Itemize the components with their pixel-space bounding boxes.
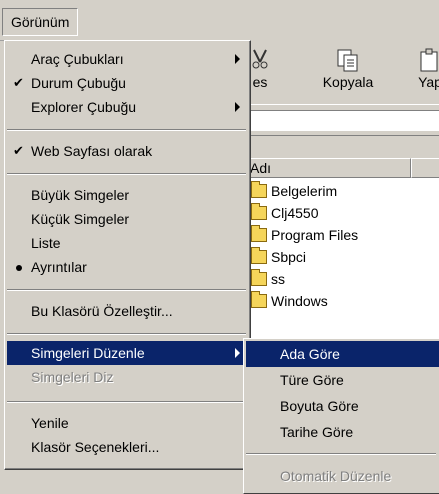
menu-item-label: Bu Klasörü Özelleştir... <box>31 303 173 319</box>
menu-item-list[interactable]: Liste <box>7 231 248 255</box>
menu-item-toolbars[interactable]: Araç Çubukları <box>7 47 248 71</box>
menu-bar: Görünüm <box>0 0 439 41</box>
cut-icon <box>250 48 270 73</box>
menu-separator <box>246 453 436 455</box>
menu-item-label: Araç Çubukları <box>31 51 124 67</box>
submenu-item-label: Tarihe Göre <box>280 424 354 440</box>
menu-item-web-page[interactable]: ✔ Web Sayfası olarak <box>7 139 248 163</box>
menu-item-explorer-bar[interactable]: Explorer Çubuğu <box>7 95 248 119</box>
submenu-arrow-icon <box>235 348 240 358</box>
folder-icon <box>251 181 267 198</box>
folder-icon <box>251 269 267 286</box>
submenu-item-label: Boyuta Göre <box>280 398 359 414</box>
menu-item-folder-options[interactable]: Klasör Seçenekleri... <box>7 435 248 459</box>
submenu-arrow-icon <box>235 102 240 112</box>
column-header-name[interactable]: Adı <box>245 158 411 178</box>
menu-item-label: Klasör Seçenekleri... <box>31 439 160 455</box>
menu-item-label: Simgeleri Düzenle <box>31 345 145 361</box>
folder-icon <box>251 247 267 264</box>
file-name: Program Files <box>271 227 359 243</box>
folder-icon <box>251 291 267 308</box>
folder-icon <box>251 203 267 220</box>
menu-item-small-icons[interactable]: Küçük Simgeler <box>7 207 248 231</box>
paste-icon <box>418 48 439 77</box>
submenu-item-label: Türe Göre <box>280 372 344 388</box>
menu-item-label: Web Sayfası olarak <box>31 143 153 159</box>
menu-item-status-bar[interactable]: ✔ Durum Çubuğu <box>7 71 248 95</box>
file-list: Belgelerim Clj4550 Program Files Sbpci s… <box>245 178 439 348</box>
copy-button[interactable]: Kopyala <box>313 44 383 100</box>
arrange-icons-submenu: Ada Göre Türe Göre Boyuta Göre Tarihe Gö… <box>243 338 439 494</box>
submenu-item-auto-arrange[interactable]: Otomatik Düzenle <box>246 463 439 489</box>
file-name: ss <box>271 271 285 287</box>
menu-item-line-up-icons[interactable]: Simgeleri Diz <box>7 365 248 389</box>
menu-item-label: Durum Çubuğu <box>31 75 126 91</box>
submenu-item-by-date[interactable]: Tarihe Göre <box>246 419 439 445</box>
menu-separator <box>7 333 246 335</box>
view-menu: Araç Çubukları ✔ Durum Çubuğu Explorer Ç… <box>4 40 251 470</box>
file-name: Belgelerim <box>271 183 338 199</box>
menu-item-arrange-icons[interactable]: Simgeleri Düzenle <box>7 341 248 365</box>
folder-icon <box>251 225 267 242</box>
file-name: Clj4550 <box>271 205 319 221</box>
submenu-item-label: Ada Göre <box>280 346 340 362</box>
list-header: Adı <box>245 158 439 178</box>
file-name: Sbpci <box>271 249 307 265</box>
checkmark-icon: ✔ <box>13 143 24 158</box>
menu-separator <box>7 401 246 403</box>
submenu-item-label: Otomatik Düzenle <box>280 468 392 484</box>
column-header-size[interactable] <box>411 158 439 178</box>
menu-gorunum[interactable]: Görünüm <box>2 8 79 36</box>
menu-separator <box>7 129 246 131</box>
menu-item-label: Explorer Çubuğu <box>31 99 137 115</box>
checkmark-icon: ✔ <box>13 75 24 90</box>
address-bar <box>245 104 439 136</box>
list-item[interactable]: Clj4550 <box>251 202 318 224</box>
submenu-item-by-size[interactable]: Boyuta Göre <box>246 393 439 419</box>
menu-item-label: Büyük Simgeler <box>31 187 130 203</box>
menu-separator <box>7 289 246 291</box>
menu-item-label: Yenile <box>31 415 69 431</box>
menu-item-label: Simgeleri Diz <box>31 369 114 385</box>
paste-button[interactable]: Yap <box>395 44 439 100</box>
copy-icon <box>336 48 360 77</box>
menu-item-refresh[interactable]: Yenile <box>7 411 248 435</box>
menu-separator <box>7 173 246 175</box>
list-item[interactable]: Sbpci <box>251 246 306 268</box>
submenu-item-by-name[interactable]: Ada Göre <box>246 341 439 367</box>
menu-item-label: Liste <box>31 235 61 251</box>
submenu-item-by-type[interactable]: Türe Göre <box>246 367 439 393</box>
address-field[interactable] <box>249 110 439 131</box>
menu-item-label: Ayrıntılar <box>31 259 87 275</box>
menu-item-customize-folder[interactable]: Bu Klasörü Özelleştir... <box>7 299 248 323</box>
menu-item-details[interactable]: Ayrıntılar <box>7 255 248 279</box>
list-item[interactable]: Program Files <box>251 224 358 246</box>
list-item[interactable]: Windows <box>251 290 328 312</box>
copy-label: Kopyala <box>322 74 374 90</box>
paste-label: Yap <box>418 74 439 90</box>
menu-item-large-icons[interactable]: Büyük Simgeler <box>7 183 248 207</box>
list-item[interactable]: ss <box>251 268 285 290</box>
submenu-arrow-icon <box>235 54 240 64</box>
toolbar: es Kopyala Yap <box>245 40 439 104</box>
menu-item-label: Küçük Simgeler <box>31 211 130 227</box>
radio-bullet-icon <box>16 265 22 271</box>
file-name: Windows <box>271 293 328 309</box>
list-item[interactable]: Belgelerim <box>251 180 337 202</box>
